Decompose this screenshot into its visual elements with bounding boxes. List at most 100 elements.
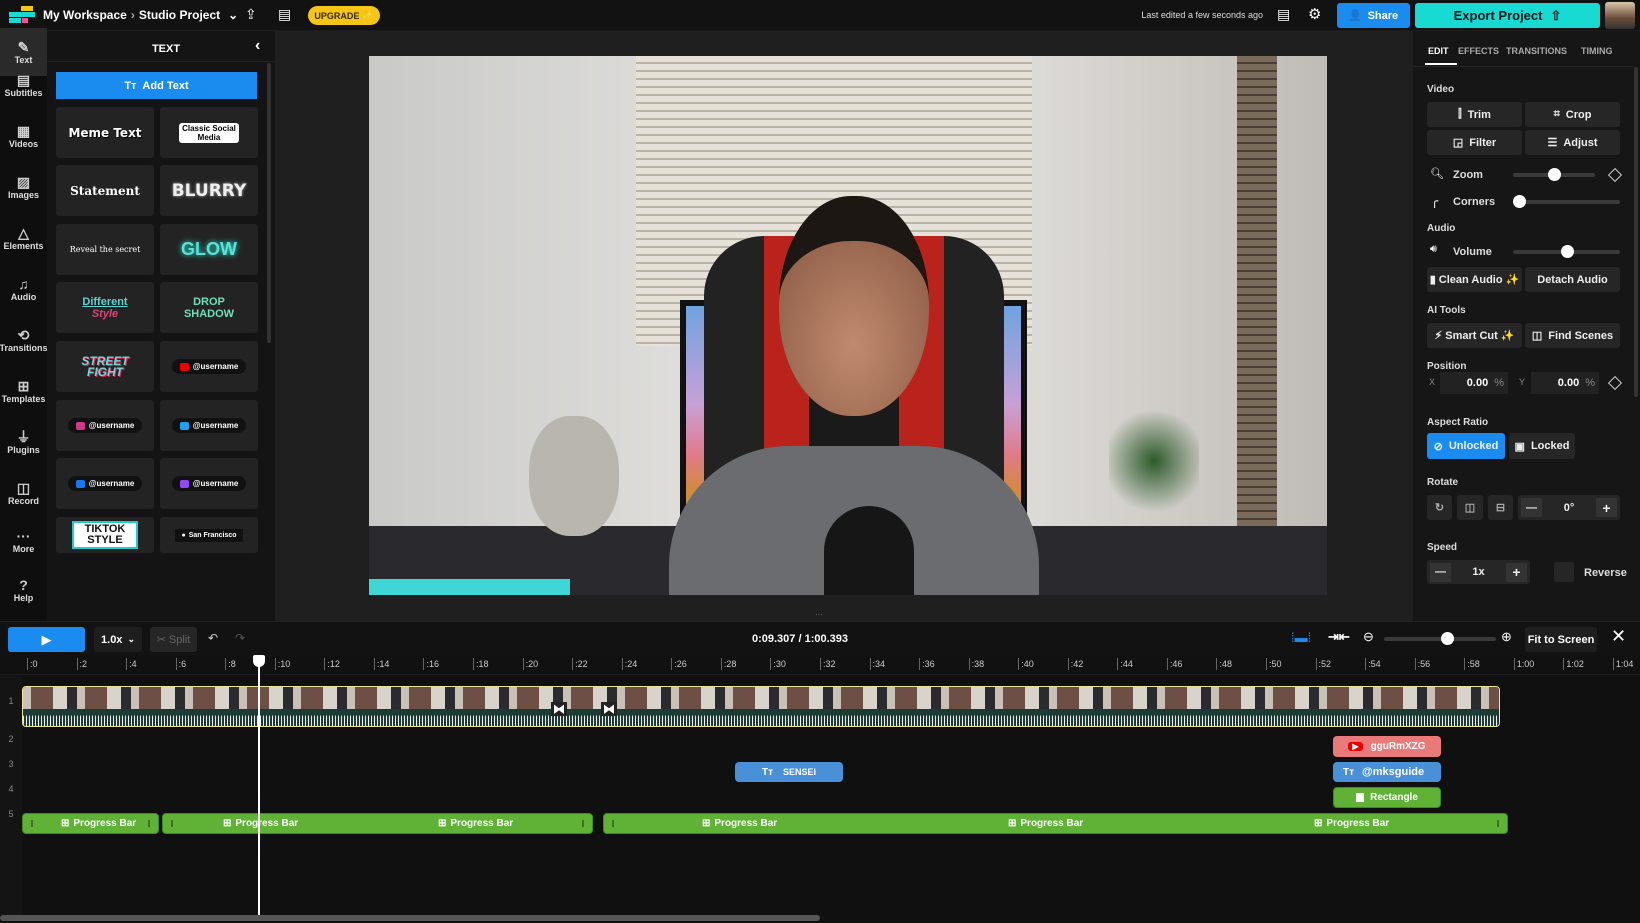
sidebar-item-plugins[interactable]: ⏚ Plugins [0, 418, 47, 466]
text-style-card[interactable]: BLURRY [160, 165, 258, 216]
locked-button[interactable]: ▣ Locked [1509, 433, 1575, 459]
minus-button[interactable]: — [1430, 562, 1451, 582]
sidebar-item-help[interactable]: ? Help [0, 566, 47, 614]
snap-icon[interactable]: ⁞▬⁞ [1291, 630, 1311, 645]
clean-audio-button[interactable]: ▮ Clean Audio ✨ [1427, 267, 1522, 292]
text-style-card[interactable]: Meme Text [56, 107, 154, 158]
slider-thumb[interactable] [1548, 168, 1561, 181]
add-text-button[interactable]: Tт Add Text [56, 72, 257, 99]
close-icon[interactable]: ✕ [1611, 626, 1626, 647]
rotate-button[interactable]: ↻ [1427, 495, 1452, 520]
play-button[interactable]: ▶ [8, 627, 85, 652]
tab-timing[interactable]: TIMING [1581, 46, 1613, 56]
upgrade-button[interactable]: UPGRADE ✨ [308, 6, 380, 25]
detach-audio-button[interactable]: Detach Audio [1525, 267, 1620, 292]
unlocked-button[interactable]: ⊘ Unlocked [1427, 433, 1505, 459]
plus-button[interactable]: + [1506, 562, 1527, 582]
slider-thumb[interactable] [1440, 632, 1454, 645]
gear-icon[interactable]: ⚙ [1308, 5, 1321, 23]
text-style-card[interactable]: @username [160, 400, 258, 451]
x-position-input[interactable]: 0.00% [1440, 372, 1508, 394]
text-style-card[interactable]: Reveal the secret [56, 224, 154, 275]
video-preview[interactable] [369, 56, 1327, 595]
playback-speed-select[interactable]: 1.0x ⌄ [94, 627, 142, 652]
panel-scrollbar[interactable] [267, 63, 271, 343]
filter-button[interactable]: ◲ Filter [1427, 130, 1522, 155]
progress-bar-clip[interactable]: ⊞ Progress Bar ⊞ Progress Bar [162, 813, 593, 834]
collapse-chevron-icon[interactable]: ‹ [255, 37, 260, 55]
text-style-card[interactable]: Classic Social Media [160, 107, 258, 158]
zoom-in-icon[interactable]: ⊕ [1501, 629, 1512, 645]
volume-slider[interactable] [1513, 245, 1620, 258]
transition-icon[interactable]: ⧓ [601, 702, 617, 716]
text-style-card[interactable]: DROP SHADOW [160, 282, 258, 333]
flip-horizontal-button[interactable]: ◫ [1457, 495, 1483, 520]
sidebar-item-transitions[interactable]: ⟲ Transitions [0, 316, 48, 364]
text-style-card[interactable]: @username [160, 458, 258, 509]
progress-bar-clip[interactable]: ⊞ Progress Bar ⊞ Progress Bar ⊞ Progress Bar [603, 813, 1508, 834]
plus-button[interactable]: + [1596, 498, 1617, 517]
slider-thumb[interactable] [1560, 245, 1574, 258]
y-position-input[interactable]: 0.00% [1531, 372, 1599, 394]
avatar[interactable] [1605, 2, 1635, 29]
rectangle-clip[interactable]: Rectangle [1333, 787, 1441, 808]
playhead[interactable] [252, 655, 265, 915]
flip-vertical-button[interactable]: ⊟ [1488, 495, 1513, 520]
sidebar-item-subtitles[interactable]: ▤ Subtitles [0, 61, 47, 109]
text-style-card[interactable]: Statement [56, 165, 154, 216]
find-scenes-button[interactable]: ◫ Find Scenes [1525, 323, 1620, 348]
zoom-out-icon[interactable]: ⊖ [1363, 629, 1374, 645]
workspace-link[interactable]: My Workspace [43, 8, 127, 22]
text-style-card[interactable]: TIKTOK STYLE [56, 517, 154, 553]
speed-value[interactable]: 1x [1472, 566, 1484, 578]
app-logo[interactable] [9, 6, 35, 24]
smart-cut-button[interactable]: ⚡︎ Smart Cut ✨ [1427, 323, 1522, 348]
sidebar-item-more[interactable]: ··· More [0, 517, 47, 565]
fit-width-icon[interactable]: ⇥⇤ [1328, 629, 1350, 645]
fit-to-screen-button[interactable]: Fit to Screen [1525, 627, 1597, 652]
share-button[interactable]: 👤 Share [1337, 3, 1410, 28]
adjust-button[interactable]: ☰ Adjust [1525, 130, 1620, 155]
minus-button[interactable]: — [1521, 498, 1542, 517]
slider-thumb[interactable] [1513, 195, 1526, 208]
split-button[interactable]: ✂︎ Split [150, 627, 197, 652]
keyframe-icon[interactable] [1607, 375, 1623, 391]
timeline-ruler[interactable]: :0:2:4:6:8:10:12:14:16:18:20:22:24:26:28… [0, 655, 1640, 675]
text-style-card[interactable]: @username [56, 458, 154, 509]
timeline-zoom-slider[interactable] [1384, 632, 1496, 645]
tab-edit[interactable]: EDIT [1428, 46, 1449, 56]
text-style-card[interactable]: @username [160, 341, 258, 392]
text-style-card[interactable]: @username [56, 400, 154, 451]
export-project-button[interactable]: Export Project ⇧ [1415, 3, 1600, 28]
sidebar-item-elements[interactable]: △ Elements [0, 214, 47, 262]
sidebar-item-audio[interactable]: ♫ Audio [0, 265, 47, 313]
text-style-card[interactable]: ● San Francisco [160, 517, 258, 553]
project-name[interactable]: Studio Project [139, 8, 220, 22]
corners-slider[interactable] [1513, 195, 1620, 208]
zoom-slider[interactable] [1513, 168, 1595, 181]
youtube-clip[interactable]: ▶ gguRmXZG [1333, 736, 1441, 757]
chevron-down-icon[interactable]: ⌄ [228, 8, 238, 22]
sidebar-item-videos[interactable]: ▦ Videos [0, 112, 47, 160]
upload-icon[interactable]: ⇪ [245, 6, 257, 23]
text-style-card[interactable]: Different Style [56, 282, 154, 333]
reverse-checkbox[interactable] [1554, 562, 1574, 582]
tab-transitions[interactable]: TRANSITIONS [1506, 46, 1567, 56]
redo-icon[interactable]: ↷ [235, 631, 245, 645]
transition-icon[interactable]: ⧓ [551, 702, 567, 716]
text-clip-mks[interactable]: Tт @mksguide [1333, 762, 1441, 782]
sidebar-item-images[interactable]: ▨ Images [0, 163, 47, 211]
keyframe-icon[interactable] [1607, 167, 1623, 183]
tab-effects[interactable]: EFFECTS [1458, 46, 1499, 56]
trim-button[interactable]: ⫿ Trim [1427, 102, 1522, 127]
resize-handle[interactable]: ⋯ [815, 610, 823, 619]
subtitles-icon[interactable]: ▤ [278, 6, 291, 23]
comments-icon[interactable]: ▤ [1277, 6, 1290, 23]
video-clip[interactable]: ⧓ ⧓ [22, 686, 1500, 727]
undo-icon[interactable]: ↶ [208, 631, 218, 645]
crop-button[interactable]: ⌗ Crop [1525, 102, 1620, 127]
sidebar-item-record[interactable]: ◫ Record [0, 469, 47, 517]
text-style-card[interactable]: STREET FIGHT [56, 341, 154, 392]
panel-scrollbar[interactable] [1634, 67, 1638, 397]
text-clip-sensei[interactable]: Tт SENSEI [735, 762, 843, 782]
